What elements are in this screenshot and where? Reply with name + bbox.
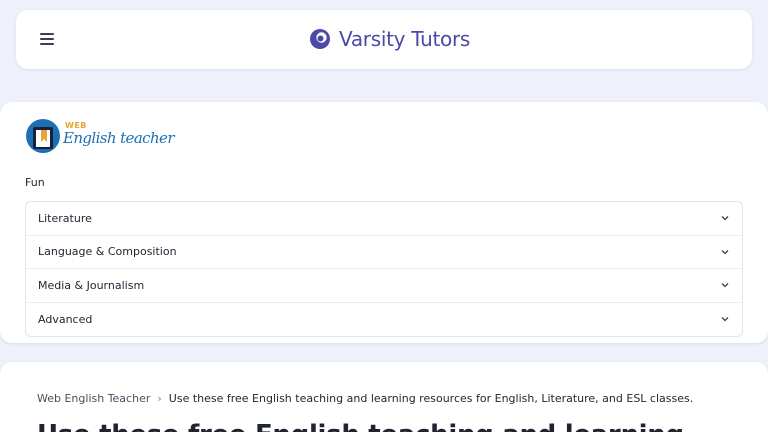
chevron-down-icon [721,317,729,322]
logo-english-teacher-text: English teacher [63,129,174,147]
breadcrumb: Web English Teacher › Use these free Eng… [37,392,693,405]
accordion-item-language-composition[interactable]: Language & Composition [26,236,742,269]
varsity-tutors-logo-icon [310,29,330,49]
accordion-label: Language & Composition [38,245,177,259]
breadcrumb-current: Use these free English teaching and lear… [168,392,694,405]
accordion-label: Advanced [38,312,93,326]
chevron-down-icon [721,216,729,221]
subject-menu-card: WEB English teacher Fun Literature Langu… [0,102,768,343]
menu-icon[interactable] [40,32,56,46]
category-label: Fun [25,176,45,189]
page-title: Use these free English teaching and lear… [37,420,684,432]
breadcrumb-home-link[interactable]: Web English Teacher [37,392,150,405]
web-english-teacher-logo[interactable]: WEB English teacher [25,118,174,154]
varsity-tutors-logo[interactable]: Varsity Tutors [308,23,470,55]
book-badge-icon [26,119,60,153]
top-header: Varsity Tutors [16,10,752,69]
chevron-right-icon: › [157,392,162,405]
accordion-label: Media & Journalism [38,278,145,292]
content-card: Web English Teacher › Use these free Eng… [0,362,768,432]
chevron-down-icon [721,249,729,255]
chevron-down-icon [721,283,729,288]
accordion-item-advanced[interactable]: Advanced [26,303,742,337]
accordion-item-media-journalism[interactable]: Media & Journalism [26,269,742,303]
brand-name: Varsity Tutors [339,27,470,51]
accordion-label: Literature [38,211,92,225]
subject-accordion: Literature Language & Composition Media … [25,201,743,337]
accordion-item-literature[interactable]: Literature [26,202,742,236]
